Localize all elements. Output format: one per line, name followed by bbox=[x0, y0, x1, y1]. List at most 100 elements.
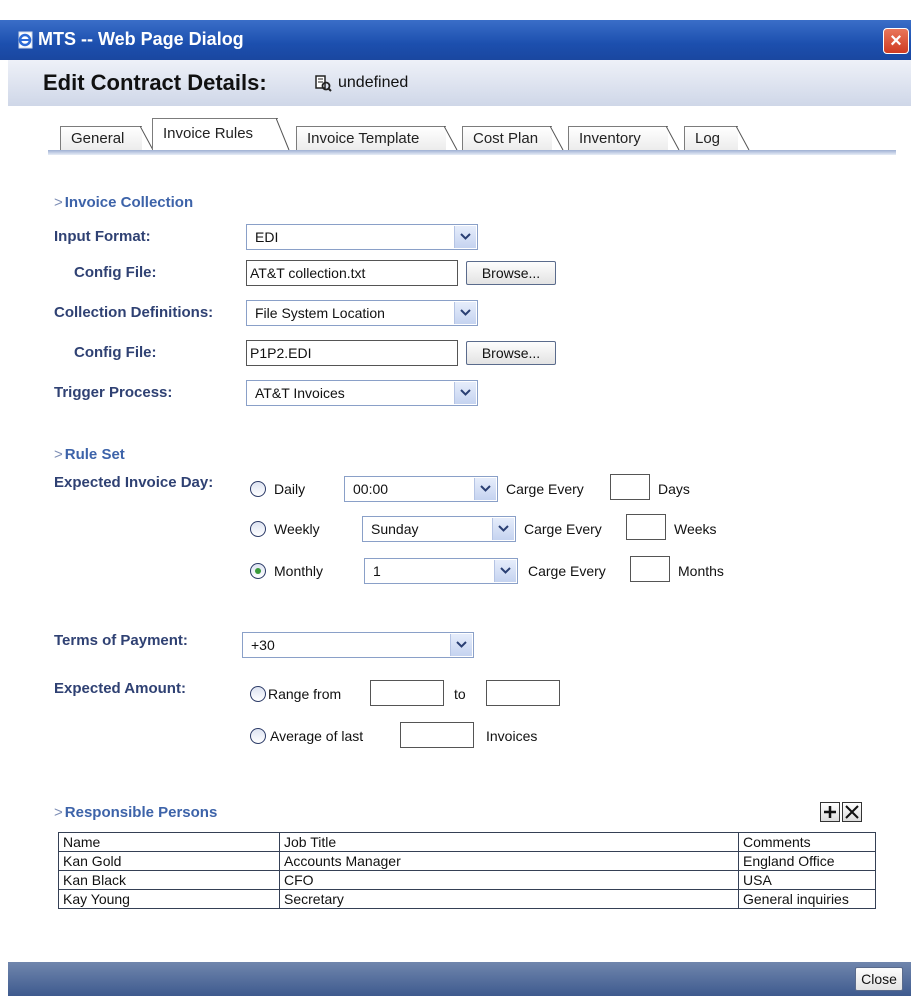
cell-job-title: Accounts Manager bbox=[279, 851, 739, 871]
monthly-label: Monthly bbox=[274, 563, 324, 579]
months-label: Months bbox=[678, 563, 724, 579]
section-title: Responsible Persons bbox=[64, 804, 218, 821]
cell-name: Kan Black bbox=[58, 870, 280, 890]
config-file-input[interactable]: P1P2.EDI bbox=[246, 340, 458, 366]
input-format-select[interactable]: EDI bbox=[246, 224, 478, 250]
add-person-button[interactable] bbox=[820, 802, 840, 822]
chevron-down-icon[interactable] bbox=[454, 382, 476, 404]
plus-icon bbox=[824, 806, 836, 818]
page-title: Edit Contract Details: bbox=[43, 70, 267, 95]
cell-job-title: CFO bbox=[279, 870, 739, 890]
average-count-input[interactable] bbox=[400, 722, 474, 748]
table-row[interactable]: Kan Black CFO USA bbox=[58, 870, 876, 890]
dialog-header: Edit Contract Details: undefined bbox=[8, 60, 911, 107]
window-title: MTS -- Web Page Dialog bbox=[38, 29, 244, 49]
tab-edge-icon bbox=[550, 126, 564, 151]
tab-log[interactable]: Log bbox=[684, 126, 750, 151]
table-row[interactable]: Kay Young Secretary General inquiries bbox=[58, 889, 876, 909]
tab-edge-icon bbox=[736, 126, 750, 151]
terms-of-payment-label: Terms of Payment: bbox=[54, 632, 188, 649]
daily-radio[interactable] bbox=[250, 481, 266, 497]
invoices-label: Invoices bbox=[486, 728, 538, 744]
select-value: AT&T Invoices bbox=[255, 385, 345, 401]
daily-time-select[interactable]: 00:00 bbox=[344, 476, 498, 502]
select-value: Sunday bbox=[371, 521, 419, 537]
trigger-process-select[interactable]: AT&T Invoices bbox=[246, 380, 478, 406]
tab-label: Inventory bbox=[579, 130, 641, 147]
tab-edge-icon bbox=[276, 118, 290, 151]
config-file-label: Config File: bbox=[74, 264, 157, 281]
browse-button[interactable]: Browse... bbox=[466, 261, 556, 285]
column-header-comments: Comments bbox=[738, 832, 876, 852]
weekly-day-select[interactable]: Sunday bbox=[362, 516, 516, 542]
chevron-down-icon[interactable] bbox=[492, 518, 514, 540]
range-from-label: Range from bbox=[268, 686, 342, 702]
collection-definitions-label: Collection Definitions: bbox=[54, 304, 214, 321]
tab-invoice-rules[interactable]: Invoice Rules bbox=[152, 118, 290, 151]
responsible-persons-table: Name Job Title Comments Kan Gold Account… bbox=[58, 832, 876, 909]
section-invoice-collection: > Invoice Collection bbox=[54, 194, 193, 211]
chevron-right-icon: > bbox=[54, 446, 63, 463]
cell-comments: England Office bbox=[738, 851, 876, 871]
chevron-down-icon[interactable] bbox=[450, 634, 472, 656]
tab-edge-icon bbox=[666, 126, 680, 151]
range-to-input[interactable] bbox=[486, 680, 560, 706]
expected-amount-label: Expected Amount: bbox=[54, 680, 186, 697]
select-value: 1 bbox=[373, 563, 381, 579]
chevron-down-icon[interactable] bbox=[474, 478, 496, 500]
config-file-input[interactable]: AT&T collection.txt bbox=[246, 260, 458, 286]
tab-label: General bbox=[71, 130, 125, 147]
tab-label: Invoice Template bbox=[307, 130, 420, 147]
expected-invoice-day-label: Expected Invoice Day: bbox=[54, 474, 214, 491]
tab-invoice-template[interactable]: Invoice Template bbox=[296, 126, 458, 151]
select-value: +30 bbox=[251, 637, 275, 653]
cell-job-title: Secretary bbox=[279, 889, 739, 909]
chevron-down-icon[interactable] bbox=[454, 226, 476, 248]
tab-label: Cost Plan bbox=[473, 130, 539, 147]
range-to-label: to bbox=[454, 686, 466, 702]
close-button[interactable]: Close bbox=[855, 967, 903, 991]
remove-person-button[interactable] bbox=[842, 802, 862, 822]
tab-label: Invoice Rules bbox=[163, 125, 254, 142]
window-close-button[interactable]: × bbox=[883, 28, 909, 54]
tab-inventory[interactable]: Inventory bbox=[568, 126, 680, 151]
section-title: Invoice Collection bbox=[64, 194, 194, 211]
chevron-down-icon[interactable] bbox=[454, 302, 476, 324]
trigger-process-label: Trigger Process: bbox=[54, 384, 173, 401]
dialog-footer: Close bbox=[8, 962, 911, 996]
weekly-label: Weekly bbox=[274, 521, 320, 537]
table-row[interactable]: Kan Gold Accounts Manager England Office bbox=[58, 851, 876, 871]
range-radio[interactable] bbox=[250, 686, 266, 702]
config-file-label: Config File: bbox=[74, 344, 157, 361]
collection-definitions-select[interactable]: File System Location bbox=[246, 300, 478, 326]
average-of-last-label: Average of last bbox=[270, 728, 364, 744]
select-value: EDI bbox=[255, 229, 279, 245]
monthly-interval-input[interactable] bbox=[630, 556, 670, 582]
daily-interval-input[interactable] bbox=[610, 474, 650, 500]
days-label: Days bbox=[658, 481, 690, 497]
weekly-interval-input[interactable] bbox=[626, 514, 666, 540]
daily-label: Daily bbox=[274, 481, 306, 497]
monthly-day-select[interactable]: 1 bbox=[364, 558, 518, 584]
browse-button[interactable]: Browse... bbox=[466, 341, 556, 365]
contract-document-icon bbox=[315, 75, 332, 92]
ie-page-icon bbox=[18, 31, 33, 49]
input-format-label: Input Format: bbox=[54, 228, 151, 245]
charge-every-label: Carge Every bbox=[524, 521, 602, 537]
select-value: File System Location bbox=[255, 305, 385, 321]
tab-general[interactable]: General bbox=[60, 126, 154, 151]
average-radio[interactable] bbox=[250, 728, 266, 744]
chevron-right-icon: > bbox=[54, 804, 63, 821]
range-from-input[interactable] bbox=[370, 680, 444, 706]
section-responsible-persons: > Responsible Persons bbox=[54, 804, 217, 821]
chevron-down-icon[interactable] bbox=[494, 560, 516, 582]
tab-cost-plan[interactable]: Cost Plan bbox=[462, 126, 564, 151]
dialog-content: General Invoice Rules Invoice Template C… bbox=[8, 106, 911, 962]
weekly-radio[interactable] bbox=[250, 521, 266, 537]
monthly-radio[interactable] bbox=[250, 563, 266, 579]
column-header-name: Name bbox=[58, 832, 280, 852]
terms-of-payment-select[interactable]: +30 bbox=[242, 632, 474, 658]
weeks-label: Weeks bbox=[674, 521, 717, 537]
cell-comments: General inquiries bbox=[738, 889, 876, 909]
column-header-job-title: Job Title bbox=[279, 832, 739, 852]
